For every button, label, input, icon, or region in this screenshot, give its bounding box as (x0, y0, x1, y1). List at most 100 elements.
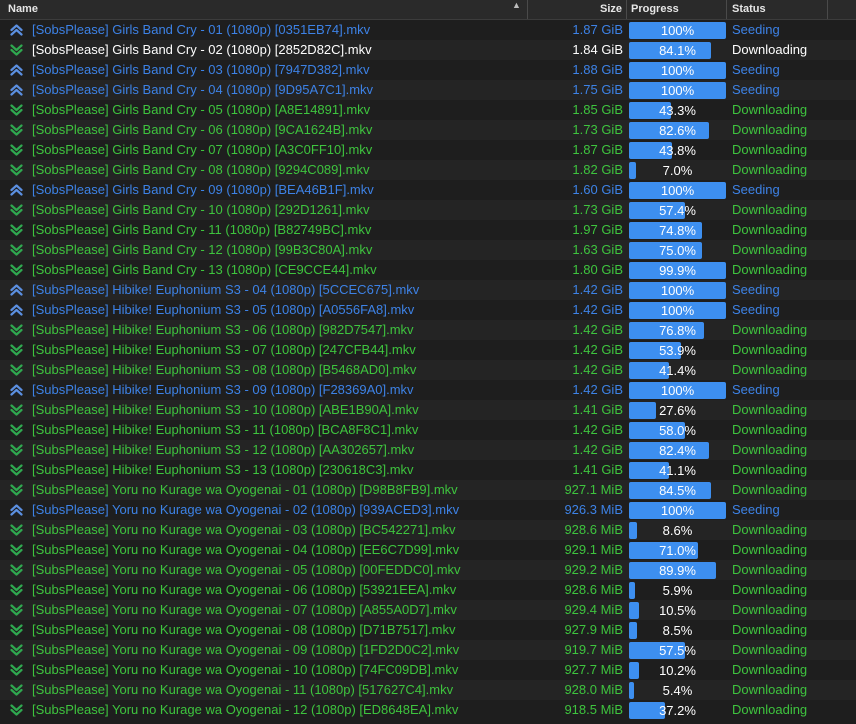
torrent-row[interactable]: [SobsPlease] Girls Band Cry - 04 (1080p)… (0, 80, 856, 100)
torrent-row[interactable]: [SubsPlease] Yoru no Kurage wa Oyogenai … (0, 680, 856, 700)
torrent-row[interactable]: [SobsPlease] Girls Band Cry - 10 (1080p)… (0, 200, 856, 220)
torrent-row[interactable]: [SobsPlease] Girls Band Cry - 05 (1080p)… (0, 100, 856, 120)
torrent-status: Seeding (732, 182, 780, 197)
torrent-row[interactable]: [SobsPlease] Girls Band Cry - 01 (1080p)… (0, 20, 856, 40)
torrent-size: 1.73 GiB (572, 202, 623, 217)
progress-bar: 100% (629, 182, 726, 199)
torrent-name: [SubsPlease] Hibike! Euphonium S3 - 10 (… (32, 402, 419, 417)
torrent-row[interactable]: [SobsPlease] Girls Band Cry - 08 (1080p)… (0, 160, 856, 180)
torrent-size: 1.80 GiB (572, 262, 623, 277)
progress-percent: 8.5% (662, 623, 693, 638)
torrent-row[interactable]: [SubsPlease] Hibike! Euphonium S3 - 04 (… (0, 280, 856, 300)
progress-percent: 27.6% (659, 403, 696, 418)
download-chevrons-icon (10, 704, 23, 716)
download-chevrons-icon (10, 44, 23, 56)
progress-percent: 100% (660, 383, 695, 398)
torrent-row[interactable]: [SubsPlease] Yoru no Kurage wa Oyogenai … (0, 700, 856, 720)
torrent-size: 1.42 GiB (572, 382, 623, 397)
torrent-status: Downloading (732, 362, 808, 377)
torrent-row[interactable]: [SubsPlease] Hibike! Euphonium S3 - 10 (… (0, 400, 856, 420)
torrent-size: 1.42 GiB (572, 302, 623, 317)
torrent-name: [SobsPlease] Girls Band Cry - 13 (1080p)… (32, 262, 377, 277)
progress-percent: 74.8% (659, 223, 696, 238)
torrent-row[interactable]: [SubsPlease] Hibike! Euphonium S3 - 06 (… (0, 320, 856, 340)
sort-ascending-icon[interactable]: ▲ (512, 0, 521, 10)
torrent-row[interactable]: [SubsPlease] Hibike! Euphonium S3 - 12 (… (0, 440, 856, 460)
torrent-name: [SubsPlease] Yoru no Kurage wa Oyogenai … (32, 702, 459, 717)
torrent-name: [SubsPlease] Yoru no Kurage wa Oyogenai … (32, 602, 457, 617)
torrent-row[interactable]: [SubsPlease] Hibike! Euphonium S3 - 08 (… (0, 360, 856, 380)
torrent-row[interactable]: [SubsPlease] Yoru no Kurage wa Oyogenai … (0, 560, 856, 580)
torrent-size: 1.85 GiB (572, 102, 623, 117)
torrent-row[interactable]: [SubsPlease] Hibike! Euphonium S3 - 11 (… (0, 420, 856, 440)
torrent-status: Downloading (732, 702, 808, 717)
torrent-row[interactable]: [SubsPlease] Yoru no Kurage wa Oyogenai … (0, 620, 856, 640)
torrent-row[interactable]: [SobsPlease] Girls Band Cry - 03 (1080p)… (0, 60, 856, 80)
download-chevrons-icon (10, 164, 23, 176)
torrent-name: [SobsPlease] Girls Band Cry - 04 (1080p)… (32, 82, 374, 97)
torrent-row[interactable]: [SubsPlease] Hibike! Euphonium S3 - 13 (… (0, 460, 856, 480)
torrent-row[interactable]: [SubsPlease] Hibike! Euphonium S3 - 09 (… (0, 380, 856, 400)
upload-chevrons-icon (10, 184, 23, 196)
progress-bar: 100% (629, 382, 726, 399)
torrent-row[interactable]: [SubsPlease] Yoru no Kurage wa Oyogenai … (0, 500, 856, 520)
torrent-name: [SobsPlease] Girls Band Cry - 03 (1080p)… (32, 62, 370, 77)
torrent-name: [SobsPlease] Girls Band Cry - 07 (1080p)… (32, 142, 373, 157)
torrent-row[interactable]: [SobsPlease] Girls Band Cry - 12 (1080p)… (0, 240, 856, 260)
download-chevrons-icon (10, 104, 23, 116)
torrent-size: 1.73 GiB (572, 122, 623, 137)
torrent-row[interactable]: [SubsPlease] Hibike! Euphonium S3 - 07 (… (0, 340, 856, 360)
torrent-size: 1.63 GiB (572, 242, 623, 257)
progress-percent: 71.0% (659, 543, 696, 558)
torrent-row[interactable]: [SobsPlease] Girls Band Cry - 07 (1080p)… (0, 140, 856, 160)
torrent-row[interactable]: [SubsPlease] Yoru no Kurage wa Oyogenai … (0, 540, 856, 560)
progress-bar: 5.9% (629, 582, 726, 599)
progress-bar: 10.2% (629, 662, 726, 679)
torrent-row[interactable]: [SubsPlease] Yoru no Kurage wa Oyogenai … (0, 660, 856, 680)
torrent-status: Seeding (732, 282, 780, 297)
torrent-row[interactable]: [SobsPlease] Girls Band Cry - 11 (1080p)… (0, 220, 856, 240)
torrent-row[interactable]: [SobsPlease] Girls Band Cry - 02 (1080p)… (0, 40, 856, 60)
torrent-size: 929.2 MiB (564, 562, 623, 577)
torrent-row[interactable]: [SubsPlease] Yoru no Kurage wa Oyogenai … (0, 580, 856, 600)
download-chevrons-icon (10, 464, 23, 476)
download-chevrons-icon (10, 264, 23, 276)
torrent-status: Downloading (732, 662, 808, 677)
download-chevrons-icon (10, 404, 23, 416)
torrent-name: [SubsPlease] Yoru no Kurage wa Oyogenai … (32, 522, 456, 537)
progress-percent: 41.4% (659, 363, 696, 378)
torrent-list: [SobsPlease] Girls Band Cry - 01 (1080p)… (0, 20, 856, 720)
torrent-row[interactable]: [SobsPlease] Girls Band Cry - 09 (1080p)… (0, 180, 856, 200)
upload-chevrons-icon (10, 24, 23, 36)
download-chevrons-icon (10, 244, 23, 256)
download-chevrons-icon (10, 624, 23, 636)
progress-bar: 58.0% (629, 422, 726, 439)
torrent-name: [SubsPlease] Hibike! Euphonium S3 - 08 (… (32, 362, 417, 377)
torrent-name: [SobsPlease] Girls Band Cry - 09 (1080p)… (32, 182, 374, 197)
torrent-name: [SubsPlease] Yoru no Kurage wa Oyogenai … (32, 682, 454, 697)
torrent-row[interactable]: [SubsPlease] Yoru no Kurage wa Oyogenai … (0, 640, 856, 660)
torrent-row[interactable]: [SubsPlease] Hibike! Euphonium S3 - 05 (… (0, 300, 856, 320)
column-header-status[interactable]: Status (727, 0, 828, 19)
progress-bar: 84.1% (629, 42, 726, 59)
progress-bar: 53.9% (629, 342, 726, 359)
download-chevrons-icon (10, 364, 23, 376)
download-chevrons-icon (10, 424, 23, 436)
torrent-row[interactable]: [SubsPlease] Yoru no Kurage wa Oyogenai … (0, 520, 856, 540)
torrent-row[interactable]: [SubsPlease] Yoru no Kurage wa Oyogenai … (0, 480, 856, 500)
progress-percent: 84.5% (659, 483, 696, 498)
torrent-name: [SubsPlease] Hibike! Euphonium S3 - 09 (… (32, 382, 414, 397)
torrent-status: Downloading (732, 142, 808, 157)
torrent-row[interactable]: [SubsPlease] Yoru no Kurage wa Oyogenai … (0, 600, 856, 620)
upload-chevrons-icon (10, 504, 23, 516)
progress-bar: 99.9% (629, 262, 726, 279)
column-header-size[interactable]: Size (528, 0, 627, 19)
torrent-name: [SubsPlease] Hibike! Euphonium S3 - 05 (… (32, 302, 415, 317)
torrent-row[interactable]: [SobsPlease] Girls Band Cry - 13 (1080p)… (0, 260, 856, 280)
torrent-row[interactable]: [SobsPlease] Girls Band Cry - 06 (1080p)… (0, 120, 856, 140)
column-header-name[interactable]: Name (0, 0, 528, 19)
torrent-size: 927.1 MiB (564, 482, 623, 497)
column-header-progress[interactable]: Progress (627, 0, 727, 19)
progress-bar: 43.3% (629, 102, 726, 119)
torrent-name: [SubsPlease] Yoru no Kurage wa Oyogenai … (32, 542, 460, 557)
